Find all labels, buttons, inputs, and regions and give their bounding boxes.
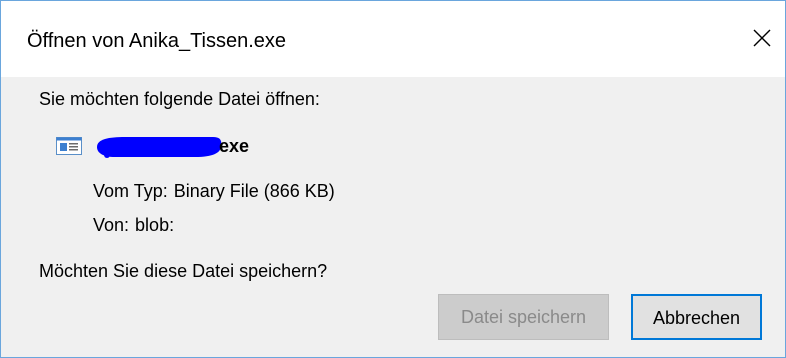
redaction-mark [97, 137, 222, 158]
file-source-label: Von: [93, 215, 130, 235]
file-type-value: Binary File (866 KB) [173, 181, 335, 201]
save-file-button[interactable]: Datei speichern [438, 294, 609, 340]
close-button[interactable] [739, 13, 785, 63]
cancel-button[interactable]: Abbrechen [631, 294, 762, 340]
file-type-row: Vom Typ: Binary File (866 KB) [93, 179, 335, 203]
executable-file-icon [56, 137, 82, 155]
file-type-label: Vom Typ: [93, 181, 168, 201]
file-extension: exe [219, 136, 250, 156]
file-open-dialog: Öffnen von Anika_Tissen.exe Sie möchten … [0, 0, 786, 358]
file-source-row: Von: blob: [93, 213, 174, 237]
dialog-prompt: Sie möchten folgende Datei öffnen: [39, 89, 320, 109]
window-title: Öffnen von Anika_Tissen.exe [27, 30, 287, 52]
dialog-body: Sie möchten folgende Datei öffnen: exe V… [1, 77, 785, 357]
save-question: Möchten Sie diese Datei speichern? [39, 261, 328, 281]
close-icon [753, 29, 771, 47]
file-name: exe [95, 133, 275, 159]
file-source-value: blob: [135, 215, 175, 235]
title-bar: Öffnen von Anika_Tissen.exe [1, 1, 785, 77]
